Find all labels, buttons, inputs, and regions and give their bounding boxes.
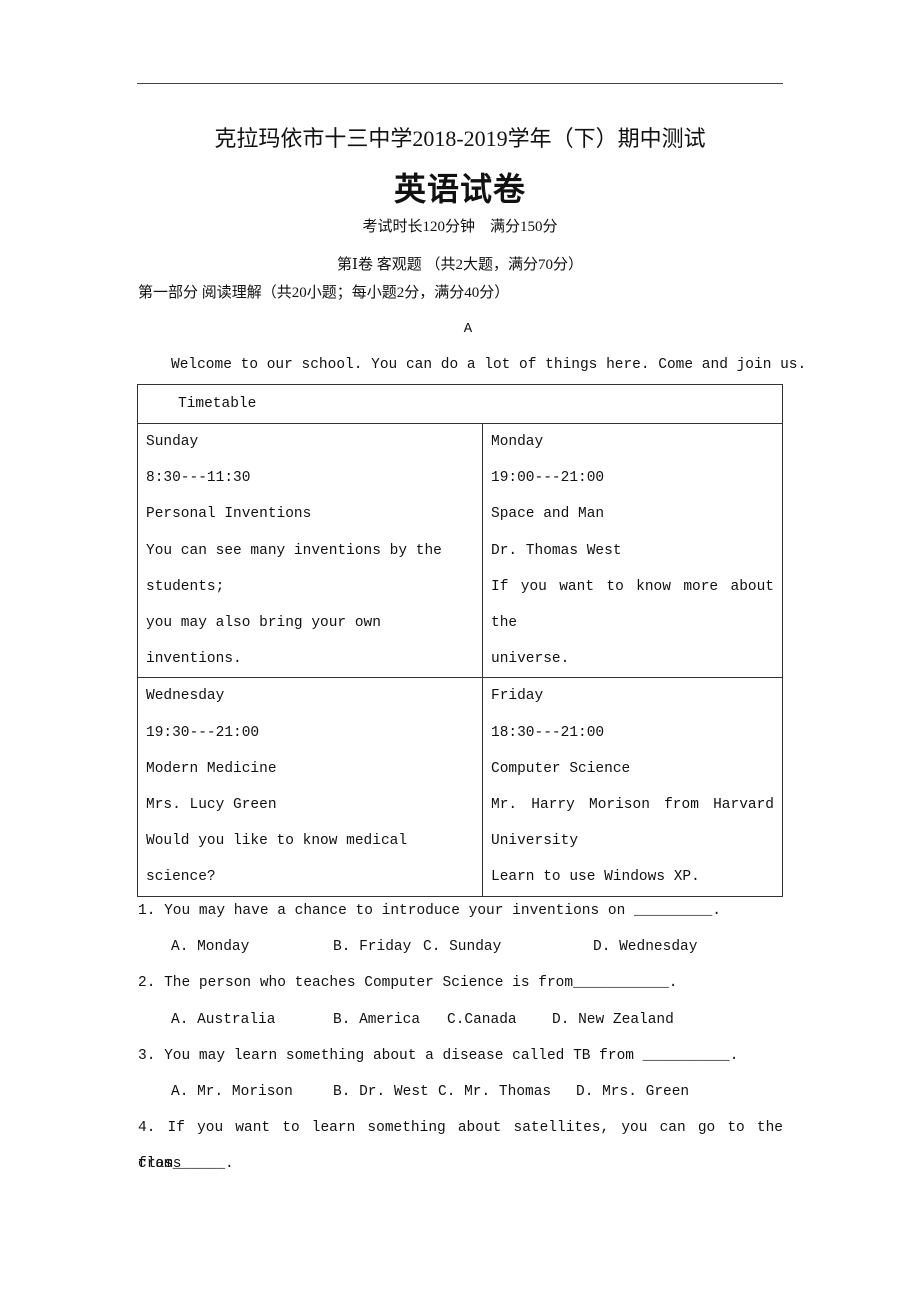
subject-title: 英语试卷 bbox=[393, 171, 526, 207]
question-3-options: A. Mr. Morison B. Dr. West C. Mr. Thomas… bbox=[138, 1074, 783, 1110]
cell-line: Dr. Thomas West bbox=[491, 542, 622, 559]
question-2-options: A. Australia B. America C.Canada D. New … bbox=[138, 1002, 783, 1038]
cell-course: Space and Man bbox=[491, 506, 605, 523]
cell-line: Would you like to know medical science? bbox=[146, 833, 408, 886]
exam-info: 考试时长120分钟 满分150分 bbox=[362, 219, 558, 235]
option-d: D. Mrs. Green bbox=[576, 1083, 690, 1100]
option-a: A. Australia bbox=[171, 1011, 276, 1028]
question-4-continued: from______. bbox=[138, 1156, 234, 1173]
cell-time: 18:30---21:00 bbox=[491, 724, 605, 741]
cell-line: Learn to use Windows XP. bbox=[491, 869, 700, 886]
cell-course: Modern Medicine bbox=[146, 760, 277, 777]
timetable-cell-friday: Friday 18:30---21:00 Computer Science Mr… bbox=[482, 677, 783, 897]
cell-day: Sunday bbox=[146, 434, 199, 450]
option-b: B. America bbox=[333, 1011, 421, 1028]
cell-time: 19:30---21:00 bbox=[146, 724, 260, 741]
cell-day: Monday bbox=[491, 434, 544, 450]
cell-course: Personal Inventions bbox=[146, 506, 312, 523]
cell-line: universe. bbox=[491, 651, 570, 668]
option-b: B. Dr. West bbox=[333, 1083, 429, 1100]
option-c: C.Canada bbox=[447, 1011, 517, 1028]
cell-line: University bbox=[491, 833, 579, 850]
option-a: A. Monday bbox=[171, 939, 250, 956]
option-b: B. Friday bbox=[333, 939, 412, 956]
question-4: 4. If you want to learn something about … bbox=[138, 1120, 783, 1173]
timetable-cell-monday: Monday 19:00---21:00 Space and Man Dr. T… bbox=[482, 422, 783, 679]
cell-line: You can see many inventions by the bbox=[146, 542, 442, 559]
cell-course: Computer Science bbox=[491, 760, 631, 777]
part-title: 第一部分 阅读理解（共20小题；每小题2分，满分40分） bbox=[138, 285, 510, 301]
cell-line: If you want to know more about the bbox=[491, 578, 774, 632]
cell-time: 19:00---21:00 bbox=[491, 470, 605, 487]
option-c: C. Mr. Thomas bbox=[438, 1083, 552, 1100]
passage-intro: Welcome to our school. You can do a lot … bbox=[171, 357, 807, 373]
school-exam-title: 克拉玛依市十三中学2018-2019学年（下）期中测试 bbox=[214, 126, 706, 151]
question-3: 3. You may learn something about a disea… bbox=[138, 1047, 739, 1064]
cell-line: Mrs. Lucy Green bbox=[146, 797, 277, 814]
timetable-cell-wednesday: Wednesday 19:30---21:00 Modern Medicine … bbox=[137, 677, 483, 897]
option-d: D. New Zealand bbox=[552, 1011, 674, 1028]
volume-title: 第Ⅰ卷 客观题 （共2大题，满分70分） bbox=[337, 257, 583, 273]
cell-day: Wednesday bbox=[146, 688, 225, 705]
question-2: 2. The person who teaches Computer Scien… bbox=[138, 975, 678, 992]
cell-day: Friday bbox=[491, 688, 544, 705]
option-d: D. Wednesday bbox=[593, 939, 698, 956]
cell-line: Mr. Harry Morison from Harvard bbox=[491, 797, 774, 814]
timetable-cell-sunday: Sunday 8:30---11:30 Personal Inventions … bbox=[137, 422, 483, 679]
cell-line: students; bbox=[146, 578, 225, 595]
cell-time: 8:30---11:30 bbox=[146, 470, 251, 487]
passage-label: A bbox=[463, 321, 473, 337]
cell-line: you may also bring your own inventions. bbox=[146, 615, 381, 668]
question-list: 1. You may have a chance to introduce yo… bbox=[138, 893, 783, 1183]
header-rule bbox=[137, 83, 783, 84]
question-1: 1. You may have a chance to introduce yo… bbox=[138, 903, 721, 919]
question-1-options: A. Monday B. Friday C. Sunday D. Wednesd… bbox=[138, 929, 783, 965]
option-a: A. Mr. Morison bbox=[171, 1083, 293, 1100]
timetable-title: Timetable bbox=[137, 384, 783, 424]
timetable: Timetable Sunday 8:30---11:30 Personal I… bbox=[137, 384, 783, 897]
option-c: C. Sunday bbox=[423, 939, 502, 956]
